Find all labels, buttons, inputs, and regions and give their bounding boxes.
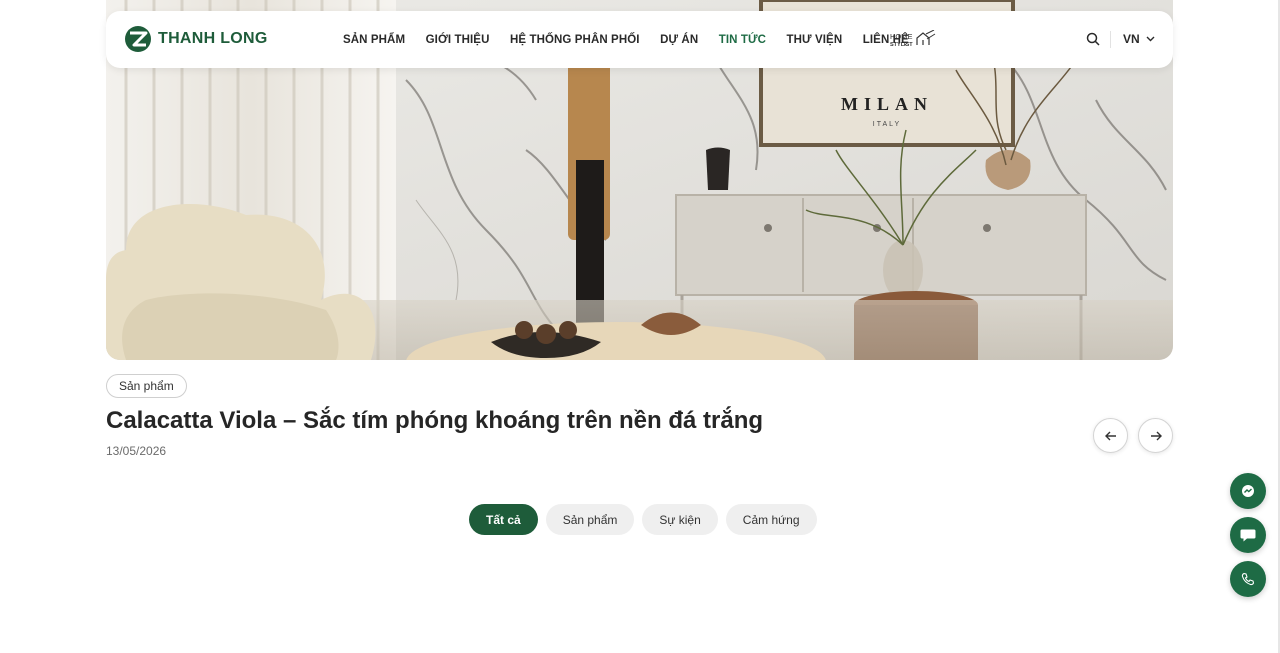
search-icon [1086, 32, 1100, 46]
messenger-button[interactable] [1230, 473, 1266, 509]
nav-item-gioi-thieu[interactable]: GIỚI THIỆU [426, 34, 490, 46]
filter-tab-inspiration[interactable]: Cảm hứng [725, 504, 817, 535]
previous-slide-button[interactable] [1093, 418, 1128, 453]
filter-tab-products[interactable]: Sản phẩm [545, 504, 635, 535]
site-header: THANH LONG SẢN PHẨM GIỚI THIỆU HỆ THỐNG … [106, 11, 1173, 68]
language-label: VN [1123, 32, 1140, 46]
article-date: 13/05/2026 [106, 444, 167, 458]
brand-name: THANH LONG [158, 30, 268, 47]
phone-icon [1241, 572, 1255, 586]
nav-item-thu-vien[interactable]: THƯ VIỆN [787, 34, 843, 46]
header-divider [1110, 31, 1111, 48]
chevron-down-icon [1146, 36, 1155, 42]
poster-subtitle-text: ITALY [873, 121, 901, 128]
filter-tab-all[interactable]: Tất cả [469, 504, 538, 535]
language-selector[interactable]: VN [1123, 32, 1155, 46]
filter-tab-events[interactable]: Sự kiện [642, 504, 718, 535]
search-button[interactable] [1086, 32, 1100, 46]
phone-button[interactable] [1230, 561, 1266, 597]
chat-button[interactable] [1230, 517, 1266, 553]
main-nav: SẢN PHẨM GIỚI THIỆU HỆ THỐNG PHÂN PHỐI D… [343, 11, 929, 68]
arrow-left-icon [1104, 431, 1116, 440]
nav-item-san-pham[interactable]: SẢN PHẨM [343, 34, 405, 46]
svg-text:HOME: HOME [890, 32, 913, 41]
nav-item-he-thong-phan-phoi[interactable]: HỆ THỐNG PHÂN PHỐI [510, 34, 640, 46]
brand-logo-icon [125, 26, 151, 52]
arrow-right-icon [1150, 431, 1162, 440]
article-title: Calacatta Viola – Sắc tím phóng khoáng t… [106, 407, 764, 434]
nav-item-du-an[interactable]: DỰ ÁN [660, 34, 698, 46]
next-slide-button[interactable] [1138, 418, 1173, 453]
article-category-badge[interactable]: Sản phẩm [106, 374, 187, 398]
nav-item-tin-tuc[interactable]: TIN TỨC [719, 34, 766, 46]
chat-icon [1240, 529, 1256, 542]
messenger-icon [1242, 485, 1254, 497]
brand-logo[interactable]: THANH LONG [124, 25, 268, 53]
news-filter-tabs: Tất cả Sản phẩm Sự kiện Cảm hứng [469, 504, 817, 535]
poster-title-text: MILAN [841, 94, 933, 114]
home-stylist-logo[interactable]: HOME STYLIST [890, 29, 936, 53]
svg-text:STYLIST: STYLIST [890, 42, 913, 48]
